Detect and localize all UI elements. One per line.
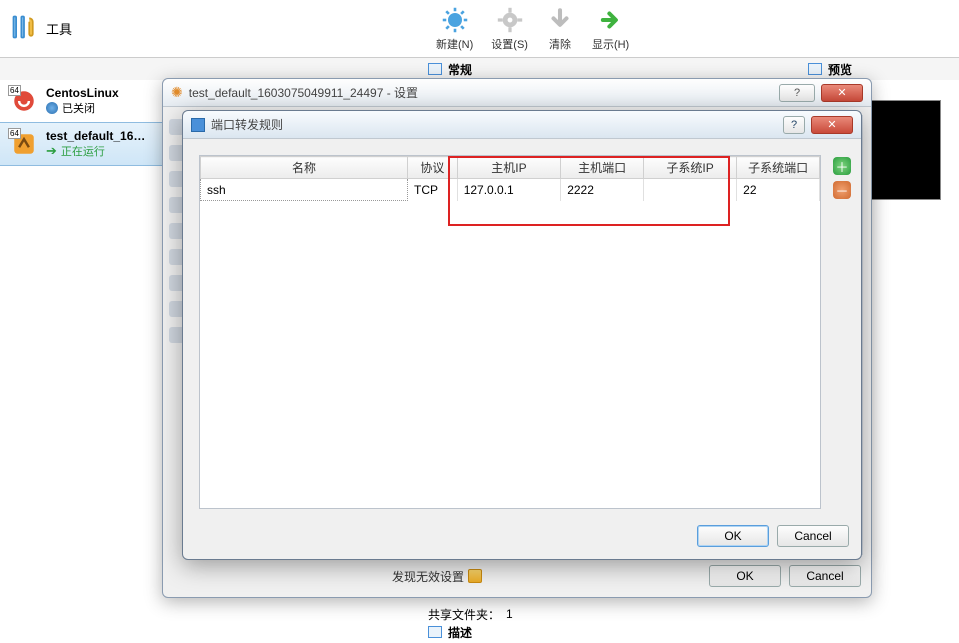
- port-forward-title: 端口转发规则: [211, 116, 283, 133]
- table-row[interactable]: ssh TCP 127.0.0.1 2222 22: [201, 179, 820, 201]
- shared-folders-row: 共享文件夹： 1: [428, 605, 951, 623]
- sun-icon: [441, 6, 469, 34]
- cancel-button[interactable]: Cancel: [789, 565, 861, 587]
- vm-icon: 64: [10, 87, 38, 115]
- cell-name[interactable]: ssh: [201, 179, 408, 201]
- cell-host-port[interactable]: 2222: [561, 179, 644, 201]
- arch-badge: 64: [8, 128, 21, 139]
- cell-host-ip[interactable]: 127.0.0.1: [457, 179, 561, 201]
- remove-rule-button[interactable]: －: [833, 181, 851, 199]
- ok-button[interactable]: OK: [697, 525, 769, 547]
- warning-icon: [468, 569, 482, 583]
- shared-folders-label: 共享文件夹：: [428, 606, 500, 623]
- vm-name: CentosLinux: [46, 86, 119, 100]
- close-button[interactable]: ✕: [821, 84, 863, 102]
- shared-folders-count: 1: [506, 607, 513, 621]
- gear-icon: [496, 6, 524, 34]
- vm-name: test_default_16…: [46, 129, 145, 143]
- power-off-icon: [46, 102, 58, 114]
- monitor-icon: [428, 626, 442, 638]
- section-general[interactable]: 常规: [420, 61, 800, 78]
- port-forward-table: 名称 协议 主机IP 主机端口 子系统IP 子系统端口 ssh TCP 127.…: [200, 156, 820, 201]
- col-name[interactable]: 名称: [201, 157, 408, 179]
- monitor-icon: [428, 63, 442, 75]
- port-forward-table-container: 名称 协议 主机IP 主机端口 子系统IP 子系统端口 ssh TCP 127.…: [199, 155, 821, 509]
- settings-button[interactable]: 设置(S): [485, 4, 534, 54]
- arch-badge: 64: [8, 85, 21, 96]
- vm-status: 正在运行: [61, 143, 105, 159]
- show-button[interactable]: 显示(H): [586, 4, 635, 54]
- cell-protocol[interactable]: TCP: [408, 179, 458, 201]
- cancel-button[interactable]: Cancel: [777, 525, 849, 547]
- section-describe[interactable]: 描述: [428, 623, 951, 641]
- invalid-settings-message: 发现无效设置: [173, 568, 701, 585]
- gear-orange-icon: ✺: [171, 84, 183, 101]
- cell-guest-port[interactable]: 22: [737, 179, 820, 201]
- new-label: 新建(N): [436, 36, 473, 52]
- port-forward-dialog: 端口转发规则 ? ✕ ＋ － 名称 协议 主机IP 主机端口: [182, 110, 862, 560]
- tools-label: 工具: [46, 19, 72, 38]
- right-arrow-icon: [597, 6, 625, 34]
- help-button[interactable]: ?: [779, 84, 815, 102]
- section-preview-label: 预览: [828, 61, 852, 78]
- settings-dialog-titlebar[interactable]: ✺ test_default_1603075049911_24497 - 设置 …: [163, 79, 871, 107]
- section-general-label: 常规: [448, 61, 472, 78]
- vm-status: 已关闭: [62, 100, 95, 116]
- tools-icon: [10, 11, 38, 46]
- clear-label: 清除: [549, 36, 571, 52]
- settings-label: 设置(S): [491, 36, 528, 52]
- running-icon: ➔: [46, 143, 57, 159]
- help-button[interactable]: ?: [783, 116, 805, 134]
- col-host-ip[interactable]: 主机IP: [457, 157, 561, 179]
- section-describe-label: 描述: [448, 624, 472, 641]
- new-button[interactable]: 新建(N): [430, 4, 479, 54]
- show-label: 显示(H): [592, 36, 629, 52]
- section-preview[interactable]: 预览: [800, 61, 959, 78]
- add-rule-button[interactable]: ＋: [833, 157, 851, 175]
- down-arrow-icon: [546, 6, 574, 34]
- close-button[interactable]: ✕: [811, 116, 853, 134]
- monitor-icon: [808, 63, 822, 75]
- app-icon: [191, 118, 205, 132]
- settings-dialog-title: test_default_1603075049911_24497 - 设置: [189, 84, 418, 101]
- col-guest-port[interactable]: 子系统端口: [737, 157, 820, 179]
- col-guest-ip[interactable]: 子系统IP: [643, 157, 736, 179]
- cell-guest-ip[interactable]: [643, 179, 736, 201]
- ok-button[interactable]: OK: [709, 565, 781, 587]
- col-host-port[interactable]: 主机端口: [561, 157, 644, 179]
- col-protocol[interactable]: 协议: [408, 157, 458, 179]
- port-forward-titlebar[interactable]: 端口转发规则 ? ✕: [183, 111, 861, 139]
- vm-icon: 64: [10, 130, 38, 158]
- table-header-row: 名称 协议 主机IP 主机端口 子系统IP 子系统端口: [201, 157, 820, 179]
- clear-button[interactable]: 清除: [540, 4, 580, 54]
